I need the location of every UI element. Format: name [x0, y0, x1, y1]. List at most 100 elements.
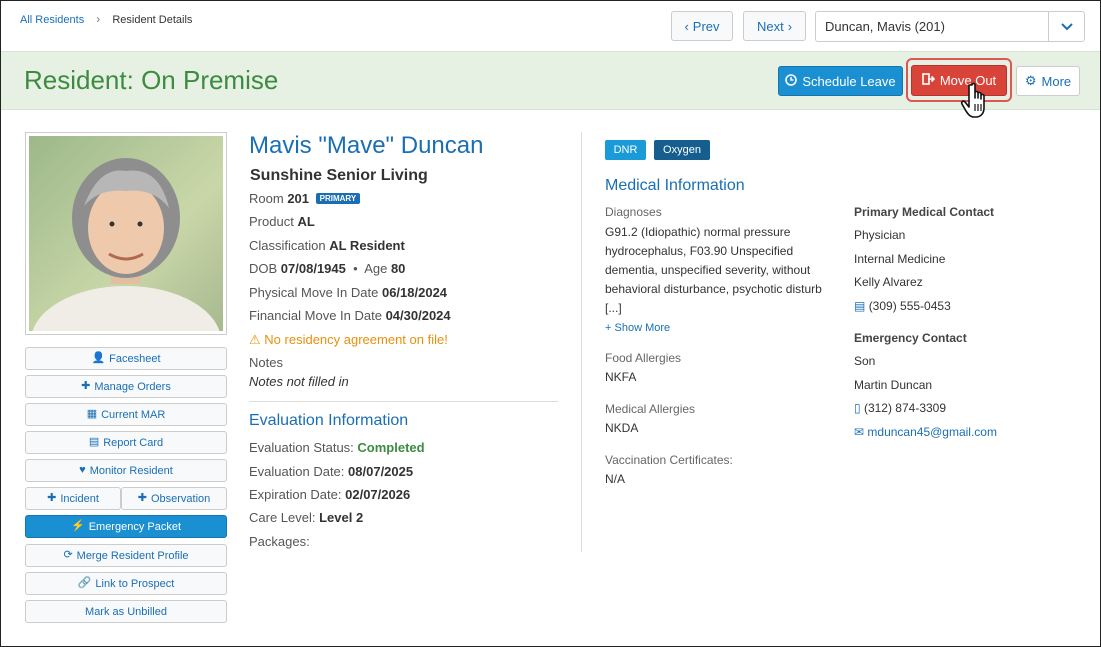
observation-label: Observation	[150, 492, 211, 505]
diagnoses-text: G91.2 (Idiopathic) normal pressure hydro…	[605, 225, 822, 315]
evaluation-date-label: Evaluation Date:	[249, 464, 345, 479]
financial-move-row: Financial Move In Date 04/30/2024	[249, 308, 451, 323]
report-card-button[interactable]: ▤ Report Card	[25, 431, 227, 454]
facility-name: Sunshine Senior Living	[250, 167, 428, 184]
observation-button[interactable]: ✚ Observation	[121, 487, 227, 510]
more-button[interactable]: ⚙ More	[1016, 66, 1080, 96]
room-row: Room 201 PRIMARY	[249, 191, 361, 206]
resident-select[interactable]: Duncan, Mavis (201)	[815, 11, 1085, 42]
current-mar-button[interactable]: ▦ Current MAR	[25, 403, 227, 426]
food-allergies-label: Food Allergies	[605, 351, 682, 365]
residency-warning: ⚠ No residency agreement on file!	[249, 332, 448, 348]
emergency-packet-button[interactable]: ⚡ Emergency Packet	[25, 515, 227, 538]
hand-cursor-icon	[958, 81, 990, 124]
incident-label: Incident	[60, 492, 99, 505]
page-title: Resident: On Premise	[24, 65, 279, 95]
emergency-contact-email[interactable]: ✉ mduncan45@gmail.com	[854, 425, 997, 439]
room-label: Room	[249, 191, 284, 206]
vaccination-value: N/A	[605, 472, 626, 486]
room-value: 201	[287, 191, 310, 206]
sign-out-icon	[922, 73, 935, 88]
status-banner: Resident: On Premise Schedule Leave Move…	[1, 51, 1100, 110]
bolt-icon: ⚡	[70, 520, 85, 532]
next-label: Next	[756, 18, 784, 34]
diagnoses-label: Diagnoses	[605, 205, 662, 219]
plus-icon: +	[605, 322, 612, 334]
mark-unbilled-label: Mark as Unbilled	[85, 605, 167, 618]
oxygen-tag: Oxygen	[654, 140, 710, 160]
emergency-contact-title: Emergency Contact	[854, 331, 967, 345]
primary-contact-title: Primary Medical Contact	[854, 205, 995, 219]
calendar-icon: ▦	[86, 408, 98, 420]
primary-contact-phone-value: (309) 555-0453	[868, 299, 951, 313]
vaccination-label: Vaccination Certificates:	[605, 453, 733, 467]
resident-photo	[25, 132, 227, 335]
monitor-resident-label: Monitor Resident	[89, 464, 173, 477]
emergency-contact-phone: ▯ (312) 874-3309	[854, 401, 946, 415]
dnr-tag: DNR	[605, 140, 646, 160]
warning-icon: ⚠	[249, 332, 261, 347]
classification-label: Classification	[249, 238, 326, 253]
age-value: 80	[390, 261, 406, 276]
primary-badge: PRIMARY	[315, 193, 361, 204]
evaluation-status-row: Evaluation Status: Completed	[249, 440, 425, 455]
next-button[interactable]: Next ›	[743, 11, 806, 41]
age-label: Age	[364, 261, 388, 276]
breadcrumb-separator-icon: ›	[96, 12, 101, 26]
evaluation-title: Evaluation Information	[249, 412, 409, 429]
breadcrumb-all-residents[interactable]: All Residents	[20, 14, 84, 26]
plus-icon: ✚	[47, 492, 57, 504]
chevron-right-icon: ›	[787, 18, 793, 34]
evaluation-date-row: Evaluation Date: 08/07/2025	[249, 464, 413, 479]
expiration-date-label: Expiration Date:	[249, 487, 342, 502]
facesheet-button[interactable]: 👤 Facesheet	[25, 347, 227, 370]
emergency-contact-email-link[interactable]: mduncan45@gmail.com	[867, 425, 997, 439]
physical-move-label: Physical Move In Date	[249, 285, 379, 300]
document-icon: ▤	[88, 436, 100, 448]
primary-contact-role: Physician	[854, 228, 906, 242]
refresh-icon: ⟳	[63, 549, 73, 561]
merge-profile-label: Merge Resident Profile	[76, 549, 189, 562]
emergency-contact-name: Martin Duncan	[854, 378, 933, 392]
show-more-label: Show More	[614, 322, 671, 334]
clock-icon	[785, 73, 798, 89]
schedule-leave-label: Schedule Leave	[802, 73, 896, 89]
link-prospect-button[interactable]: 🔗 Link to Prospect	[25, 572, 227, 595]
medical-title: Medical Information	[605, 177, 745, 194]
show-more-link[interactable]: + Show More	[605, 322, 670, 334]
link-prospect-label: Link to Prospect	[95, 577, 175, 590]
merge-profile-button[interactable]: ⟳ Merge Resident Profile	[25, 544, 227, 567]
prev-button[interactable]: ‹ Prev	[671, 11, 733, 41]
schedule-leave-button[interactable]: Schedule Leave	[778, 66, 903, 96]
report-card-label: Report Card	[103, 436, 164, 449]
manage-orders-label: Manage Orders	[94, 380, 171, 393]
chevron-down-icon[interactable]	[1048, 12, 1084, 41]
mark-unbilled-button[interactable]: Mark as Unbilled	[25, 600, 227, 623]
care-level-value: Level 2	[319, 510, 364, 525]
classification-row: Classification AL Resident	[249, 238, 405, 253]
emergency-contact-relation: Son	[854, 354, 876, 368]
evaluation-status-label: Evaluation Status:	[249, 440, 354, 455]
bullet-separator: •	[349, 261, 362, 276]
product-label: Product	[249, 214, 294, 229]
envelope-icon: ✉	[854, 425, 865, 439]
medical-allergies-label: Medical Allergies	[605, 402, 696, 416]
primary-contact-phone: ▤ (309) 555-0453	[854, 299, 951, 313]
building-phone-icon: ▤	[854, 299, 866, 313]
column-divider	[581, 132, 582, 552]
medical-allergies-value: NKDA	[605, 421, 639, 435]
notes-value: Notes not filled in	[249, 374, 349, 389]
incident-button[interactable]: ✚ Incident	[25, 487, 121, 510]
physical-move-value: 06/18/2024	[381, 285, 448, 300]
care-level-label: Care Level:	[249, 510, 316, 525]
chevron-left-icon: ‹	[684, 18, 689, 34]
primary-contact-org: Internal Medicine	[854, 252, 946, 266]
emergency-contact-phone-value: (312) 874-3309	[863, 401, 947, 415]
evaluation-date-value: 08/07/2025	[348, 464, 414, 479]
expiration-date-row: Expiration Date: 02/07/2026	[249, 487, 410, 502]
product-value: AL	[297, 214, 315, 229]
monitor-resident-button[interactable]: ♥ Monitor Resident	[25, 459, 227, 482]
current-mar-label: Current MAR	[101, 408, 166, 421]
breadcrumb-current: Resident Details	[112, 14, 193, 26]
manage-orders-button[interactable]: ✚ Manage Orders	[25, 375, 227, 398]
